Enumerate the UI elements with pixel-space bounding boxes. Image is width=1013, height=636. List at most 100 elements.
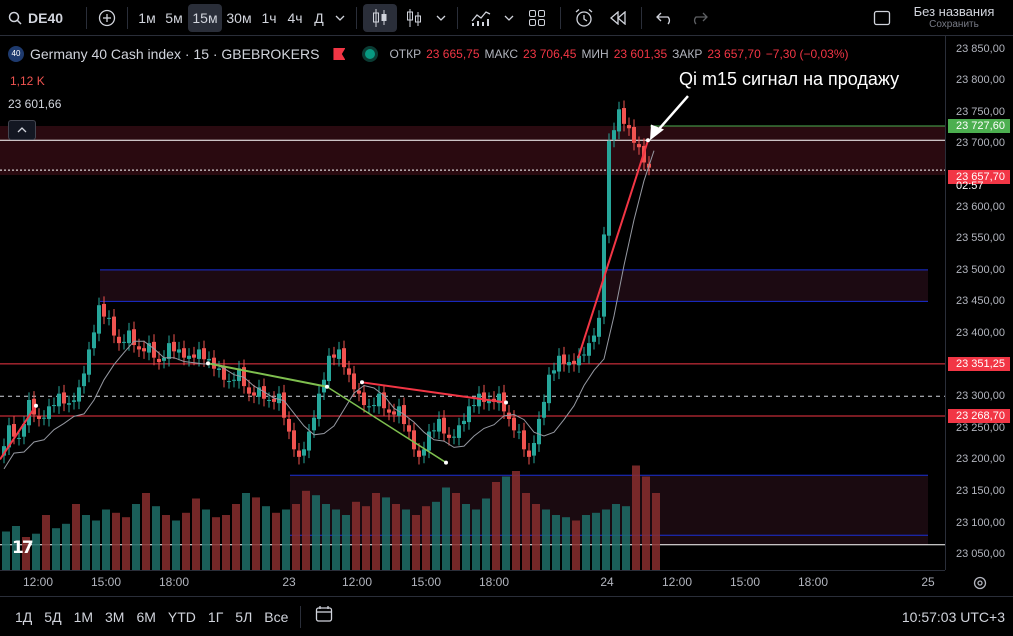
alert-button[interactable] bbox=[567, 4, 601, 32]
candle-body bbox=[317, 393, 321, 419]
candle-body bbox=[282, 392, 286, 418]
volume-bar bbox=[222, 515, 230, 570]
grid-layout-icon bbox=[529, 9, 545, 26]
price-tick: 23 200,00 bbox=[956, 453, 1005, 466]
interval-dropdown[interactable] bbox=[330, 4, 350, 32]
candle-body bbox=[127, 330, 131, 344]
signal-annotation[interactable]: Qi m15 сигнал на продажу bbox=[679, 69, 899, 90]
candle-body bbox=[72, 400, 76, 402]
candle-body bbox=[117, 336, 121, 344]
price-tag-level-2[interactable]: 23 268,70 bbox=[948, 408, 1010, 423]
candle-body bbox=[187, 355, 191, 359]
volume-bar bbox=[112, 512, 120, 570]
time-axis[interactable]: 12:00 15:00 18:00 23 12:00 15:00 18:00 24 12:00 1… bbox=[0, 570, 945, 594]
time-tick: 15:00 bbox=[90, 575, 122, 589]
candle-body bbox=[537, 418, 541, 445]
layout-checkbox[interactable] bbox=[869, 4, 895, 32]
volume-bar bbox=[512, 471, 520, 570]
flag-icon[interactable] bbox=[333, 48, 346, 60]
candle-body bbox=[617, 109, 621, 132]
time-tick: 15:00 bbox=[729, 575, 761, 589]
range-ytd[interactable]: YTD bbox=[168, 609, 196, 625]
candle-body bbox=[92, 332, 96, 349]
redo-icon bbox=[693, 12, 708, 24]
volume-bar bbox=[242, 493, 250, 570]
range-5y[interactable]: 5Л bbox=[235, 609, 252, 625]
divider bbox=[86, 6, 87, 29]
volume-bar bbox=[652, 493, 660, 570]
range-6m[interactable]: 6М bbox=[136, 609, 155, 625]
candle-body bbox=[352, 373, 356, 390]
candle-body bbox=[432, 430, 436, 432]
price-chart[interactable] bbox=[0, 36, 945, 570]
volume-bar bbox=[252, 497, 260, 570]
candle-body bbox=[107, 317, 111, 319]
interval-day[interactable]: Д bbox=[308, 4, 330, 32]
range-3m[interactable]: 3М bbox=[105, 609, 124, 625]
date-range-button[interactable] bbox=[315, 605, 333, 628]
interval-15m[interactable]: 15м bbox=[188, 3, 222, 32]
chart-type-dropdown[interactable] bbox=[431, 4, 451, 32]
range-1m[interactable]: 1М bbox=[74, 609, 93, 625]
candle-body bbox=[202, 348, 206, 360]
interval-30m[interactable]: 30м bbox=[222, 4, 256, 32]
candle-body bbox=[327, 355, 331, 382]
supply-zone bbox=[100, 269, 928, 302]
candle-body bbox=[77, 387, 81, 402]
range-1y[interactable]: 1Г bbox=[208, 609, 223, 625]
volume-bar bbox=[152, 506, 160, 570]
indicators-dropdown[interactable] bbox=[498, 4, 520, 32]
symbol-search[interactable]: DE40 bbox=[0, 4, 80, 32]
indicators-candle-button[interactable] bbox=[397, 4, 431, 32]
candle-body bbox=[312, 417, 316, 431]
price-tick: 23 600,00 bbox=[956, 200, 1005, 213]
replay-button[interactable] bbox=[601, 4, 635, 32]
anchor-point bbox=[325, 384, 329, 389]
redo-button[interactable] bbox=[682, 4, 716, 32]
candle-body bbox=[367, 406, 371, 408]
chart-title[interactable]: Germany 40 Cash index · 15 · GBEBROKERS bbox=[30, 46, 319, 62]
layouts-button[interactable] bbox=[520, 4, 554, 32]
candle-body bbox=[562, 354, 566, 364]
volume-bar bbox=[442, 487, 450, 570]
divider bbox=[457, 6, 458, 29]
candle-body bbox=[57, 393, 61, 407]
price-tag-level-1[interactable]: 23 351,25 bbox=[948, 356, 1010, 371]
candle-body bbox=[87, 349, 91, 375]
interval-5m[interactable]: 5м bbox=[160, 4, 188, 32]
candle-body bbox=[587, 343, 591, 356]
candles-chart-type-button[interactable] bbox=[363, 3, 397, 32]
save-label[interactable]: Сохранить bbox=[895, 18, 1013, 31]
range-1d[interactable]: 1Д bbox=[15, 609, 32, 625]
interval-1m[interactable]: 1м bbox=[134, 4, 160, 32]
settings-button[interactable] bbox=[970, 574, 990, 592]
ma-legend: 23 601,66 bbox=[8, 97, 62, 111]
volume-bar bbox=[502, 476, 510, 570]
undo-button[interactable] bbox=[648, 4, 682, 32]
indicators-button[interactable] bbox=[464, 4, 498, 32]
range-5d[interactable]: 5Д bbox=[44, 609, 61, 625]
candle-body bbox=[512, 417, 516, 431]
collapse-legend-button[interactable] bbox=[8, 120, 36, 140]
interval-1h[interactable]: 1ч bbox=[256, 4, 282, 32]
interval-4h[interactable]: 4ч bbox=[282, 4, 308, 32]
time-tick: 18:00 bbox=[158, 575, 190, 589]
candles-icon bbox=[373, 8, 387, 27]
price-tag-green[interactable]: 23 727,60 bbox=[948, 118, 1010, 133]
candle-body bbox=[302, 449, 306, 456]
candle-body bbox=[227, 381, 231, 383]
price-axis[interactable]: 23 850,00 23 800,00 23 750,00 23 700,00 23 6… bbox=[945, 36, 1013, 570]
high-value: 23 706,45 bbox=[523, 47, 577, 61]
clock[interactable]: 10:57:03 UTC+3 bbox=[902, 609, 1005, 625]
volume-bar bbox=[392, 504, 400, 570]
volume-bar bbox=[562, 517, 570, 570]
volume-bar bbox=[492, 482, 500, 570]
time-tick: 18:00 bbox=[478, 575, 510, 589]
square-icon bbox=[873, 10, 891, 25]
range-all[interactable]: Все bbox=[264, 609, 288, 625]
candle-body bbox=[552, 370, 556, 374]
candle-body bbox=[52, 405, 56, 407]
add-symbol-button[interactable] bbox=[93, 4, 121, 32]
volume-bar bbox=[272, 512, 280, 570]
layout-name-block[interactable]: Без названия Сохранить bbox=[895, 5, 1013, 31]
